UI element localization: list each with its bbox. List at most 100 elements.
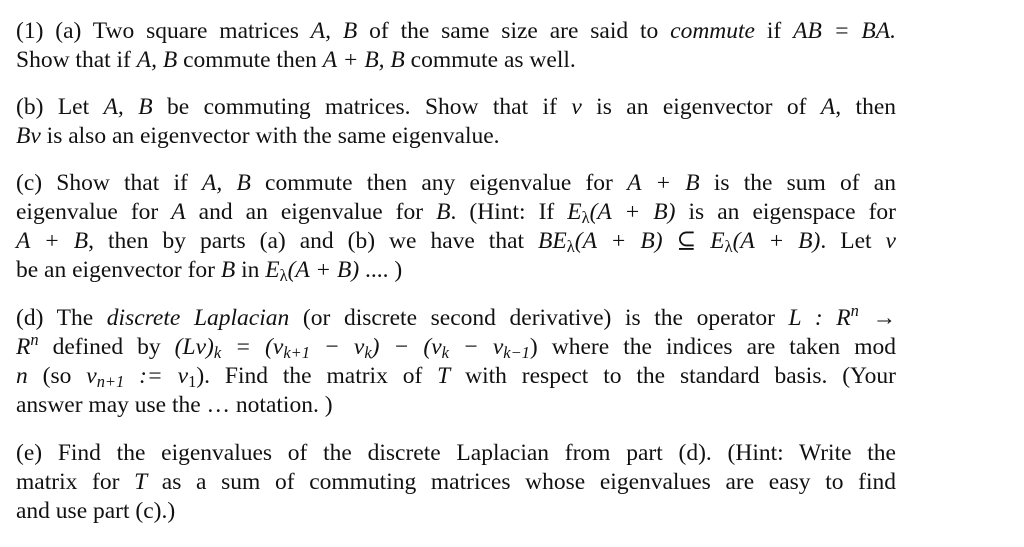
math: T	[437, 363, 451, 389]
math: = (v	[221, 334, 284, 360]
math: B	[220, 257, 236, 283]
part-d-line-2: Rn defined by (Lv)k = (vk+1 − vk) − (vk …	[16, 329, 896, 363]
math-subscript: k+1	[283, 343, 310, 363]
text: with respect to the standard basis. (You…	[450, 363, 896, 389]
text: . Let	[820, 228, 886, 254]
text: as a sum of commuting matrices whose eig…	[147, 469, 896, 495]
part-d: (d) The discrete Laplacian (or discrete …	[16, 300, 897, 420]
math-subscript: k−1	[503, 343, 530, 363]
math-subscript: λ	[724, 237, 733, 257]
math: BE	[538, 228, 567, 254]
part-c-line-2: eigenvalue for A and an eigenvalue for B…	[16, 198, 896, 227]
part-e-line-3: and use part (c).)	[16, 497, 896, 526]
math: A	[820, 94, 836, 120]
text: is an eigenspace for	[675, 199, 896, 225]
text: if	[755, 18, 794, 44]
math: (A + B)	[589, 199, 676, 225]
math: v	[885, 228, 896, 254]
math: A + B	[16, 228, 89, 254]
math: − v	[448, 334, 504, 360]
part-b: (b) Let A, B be commuting matrices. Show…	[16, 93, 896, 151]
text: defined by	[38, 334, 175, 360]
part-e-line-2: matrix for T as a sum of commuting matri…	[16, 468, 896, 497]
part-b-line-2: Bv is also an eigenvector with the same …	[16, 122, 896, 151]
math: T	[134, 469, 148, 495]
problem-document: (1) (a) Two square matrices A, B of the …	[0, 0, 1024, 547]
text: is also an eigenvector with the same eig…	[40, 123, 500, 149]
math: (A + B) ⊆ E	[574, 228, 725, 254]
math: A, B	[202, 170, 251, 196]
math-subscript: λ	[581, 208, 590, 228]
text: commute then any eigenvalue for	[250, 170, 628, 196]
math: A + B, B	[322, 47, 405, 73]
part-c-line-4: be an eigenvector for B in Eλ(A + B) ...…	[16, 256, 896, 285]
text: commute as well.	[404, 47, 576, 73]
math: Bv	[16, 123, 41, 149]
part-a-line-2: Show that if A, B commute then A + B, B …	[16, 46, 896, 75]
part-d-line-1: (d) The discrete Laplacian (or discrete …	[16, 300, 897, 333]
part-b-line-1: (b) Let A, B be commuting matrices. Show…	[16, 93, 896, 122]
math-commute-definition: AB = BA.	[793, 18, 897, 44]
text: answer may use the … notation. )	[16, 392, 333, 418]
math-subscript: k	[364, 343, 372, 363]
text: (so	[27, 363, 87, 389]
text: (or discrete second derivative) is the o…	[289, 305, 789, 331]
math: A, B	[310, 18, 358, 44]
text: (c) Show that if	[16, 170, 203, 196]
part-d-line-4: answer may use the … notation. )	[16, 391, 896, 420]
text: matrix for	[16, 469, 135, 495]
part-c-line-3: A + B, then by parts (a) and (b) we have…	[16, 227, 896, 256]
emphasis-discrete-laplacian: discrete Laplacian	[106, 305, 290, 331]
text: and an eigenvalue for	[185, 199, 437, 225]
math: := v	[124, 363, 189, 389]
math-superscript: n	[850, 300, 859, 320]
text: be an eigenvector for	[16, 257, 221, 283]
text: (d) The	[16, 305, 107, 331]
text: of the same size are said to	[357, 18, 671, 44]
text: (e) Find the eigenvalues of the discrete…	[16, 440, 896, 466]
emphasis-commute: commute	[670, 18, 755, 44]
math: v	[571, 94, 582, 120]
text: is an eigenvector of	[581, 94, 821, 120]
arrow-symbol: →	[858, 305, 897, 331]
text: in	[235, 257, 266, 283]
math: n	[16, 363, 28, 389]
math-subscript: k	[441, 343, 449, 363]
math: B	[436, 199, 451, 225]
part-a-line-1: (1) (a) Two square matrices A, B of the …	[16, 17, 896, 46]
part-c: (c) Show that if A, B commute then any e…	[16, 169, 896, 285]
part-c-line-1: (c) Show that if A, B commute then any e…	[16, 169, 896, 198]
math: E	[567, 199, 582, 225]
part-d-line-3: n (so vn+1 := v1). Find the matrix of T …	[16, 362, 896, 391]
math: L : R	[788, 305, 851, 331]
math: (Lv)	[174, 334, 214, 360]
math-subscript: λ	[566, 237, 575, 257]
math: E	[265, 257, 280, 283]
text: Show that if	[16, 47, 137, 73]
math-subscript: λ	[279, 266, 288, 286]
text: . (Hint: If	[450, 199, 568, 225]
text: (b) Let	[16, 94, 104, 120]
part-e: (e) Find the eigenvalues of the discrete…	[16, 439, 896, 526]
math: A, B	[136, 47, 178, 73]
math: (A + B)	[287, 257, 360, 283]
text: and use part (c).)	[16, 498, 176, 524]
text: eigenvalue for	[16, 199, 172, 225]
math-superscript: n	[30, 329, 39, 349]
text: commute then	[177, 47, 323, 73]
text: , then	[835, 94, 897, 120]
math: R	[16, 334, 31, 360]
text: be commuting matrices. Show that if	[152, 94, 572, 120]
math: v	[86, 363, 97, 389]
math: ) − (v	[371, 334, 442, 360]
text: ). Find the matrix of	[196, 363, 438, 389]
math: A	[171, 199, 186, 225]
math: − v	[309, 334, 365, 360]
part-e-line-1: (e) Find the eigenvalues of the discrete…	[16, 439, 896, 468]
math: A, B	[103, 94, 153, 120]
text: (1) (a) Two square matrices	[16, 18, 311, 44]
text: , then by parts (a) and (b) we have that	[88, 228, 539, 254]
text: where the indices are taken mod	[537, 334, 896, 360]
text: .... )	[359, 257, 403, 283]
math: (A + B)	[732, 228, 821, 254]
